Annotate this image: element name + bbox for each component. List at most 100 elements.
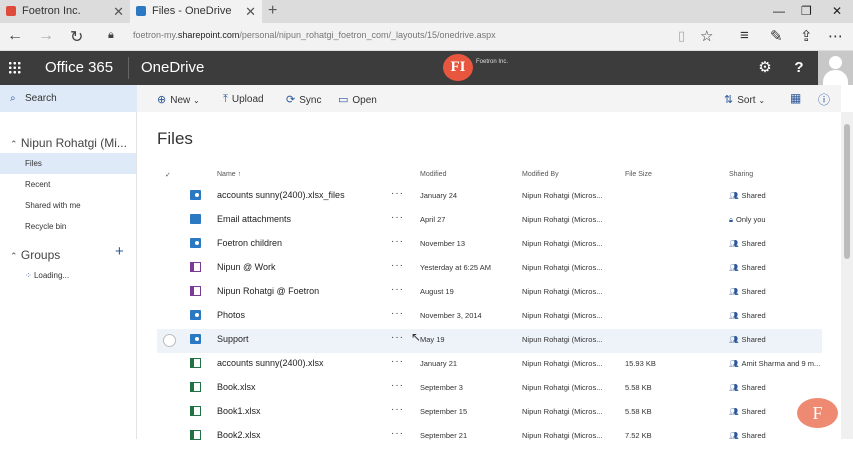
more-actions-icon[interactable]: ··· — [391, 332, 404, 343]
tiles-view-icon[interactable]: ▦ — [790, 91, 801, 105]
sharing-status[interactable]: 👥︎ Shared — [729, 407, 766, 416]
column-header-file-size[interactable]: File Size — [625, 171, 652, 178]
select-all-checkmark-icon[interactable]: ✓ — [165, 171, 171, 179]
sharing-status[interactable]: 👥︎ Shared — [729, 335, 766, 344]
row-select-radio[interactable] — [163, 334, 176, 347]
more-icon[interactable]: ⋯ — [828, 27, 843, 45]
sharing-status[interactable]: 👥︎ Shared — [729, 263, 766, 272]
sharing-status[interactable]: 👥︎ Shared — [729, 239, 766, 248]
table-row[interactable]: accounts sunny(2400).xlsx_files ··· Januar… — [157, 185, 822, 209]
minimize-button[interactable]: — — [773, 0, 785, 22]
table-row[interactable]: Book.xlsx ··· September 3 Nipun Rohatgi (Mi… — [157, 377, 822, 401]
file-name[interactable]: Book.xlsx — [217, 382, 256, 392]
user-section-header[interactable]: ⌃ Nipun Rohatgi (Mi... — [10, 136, 127, 150]
more-actions-icon[interactable]: ··· — [391, 212, 404, 223]
web-note-icon[interactable]: ✎ — [770, 27, 783, 45]
app-launcher-icon[interactable] — [8, 61, 21, 74]
refresh-icon[interactable]: ↻ — [70, 27, 83, 47]
onenote-icon — [190, 286, 201, 296]
more-actions-icon[interactable]: ··· — [391, 404, 404, 415]
hub-menu-icon[interactable]: ≡ — [740, 27, 749, 44]
column-header-sharing[interactable]: Sharing — [729, 171, 753, 178]
close-window-button[interactable]: ✕ — [832, 0, 842, 22]
table-row[interactable]: Foetron children ··· November 13 Nipun Roha… — [157, 233, 822, 257]
more-actions-icon[interactable]: ··· — [391, 188, 404, 199]
file-name[interactable]: Photos — [217, 310, 245, 320]
table-row[interactable]: Photos ··· November 3, 2014 Nipun Rohatgi (… — [157, 305, 822, 329]
file-name[interactable]: Book1.xlsx — [217, 406, 261, 416]
new-tab-button[interactable]: + — [268, 0, 277, 22]
tab-label: Foetron Inc. — [22, 5, 81, 17]
sync-button[interactable]: ⟳ Sync — [286, 93, 321, 106]
address-bar: ← → ↻ 🔒︎ foetron-my.sharepoint.com/perso… — [0, 23, 853, 51]
onedrive-title[interactable]: OneDrive — [141, 51, 204, 85]
more-actions-icon[interactable]: ··· — [391, 380, 404, 391]
modified-by: Nipun Rohatgi (Micros... — [522, 359, 603, 368]
floating-logo-button[interactable]: F — [797, 398, 838, 428]
more-actions-icon[interactable]: ··· — [391, 428, 404, 439]
settings-gear-icon[interactable]: ⚙ — [748, 51, 782, 85]
upload-button[interactable]: ⤒ Upload — [223, 93, 264, 106]
nav-item-recycle-bin[interactable]: Recycle bin — [0, 216, 136, 237]
tab-onedrive[interactable]: Files - OneDrive ✕ — [130, 0, 262, 23]
sharing-status[interactable]: 👥︎ Amit Sharma and 9 m... — [729, 359, 820, 368]
open-button[interactable]: ▭ Open — [338, 93, 377, 106]
add-group-icon[interactable]: + — [115, 243, 124, 260]
sharing-status[interactable]: 👥︎ Shared — [729, 383, 766, 392]
tab-foetron[interactable]: Foetron Inc. ✕ — [0, 0, 130, 23]
more-actions-icon[interactable]: ··· — [391, 356, 404, 367]
more-actions-icon[interactable]: ··· — [391, 284, 404, 295]
nav-item-files[interactable]: Files — [0, 153, 136, 174]
groups-header[interactable]: ⌃ Groups — [10, 248, 60, 262]
more-actions-icon[interactable]: ··· — [391, 308, 404, 319]
share-icon[interactable]: ⇪ — [800, 27, 813, 45]
nav-item-shared-with-me[interactable]: Shared with me — [0, 195, 136, 216]
url-field[interactable]: foetron-my.sharepoint.com/personal/nipun… — [133, 30, 496, 40]
info-icon[interactable]: ⓘ — [818, 91, 830, 108]
modified-date: April 27 — [420, 215, 446, 224]
table-row[interactable]: Book2.xlsx ··· September 21 Nipun Rohatgi (… — [157, 425, 822, 449]
column-header-modified[interactable]: Modified — [420, 171, 446, 178]
office-365-link[interactable]: Office 365 — [45, 51, 113, 85]
table-row[interactable]: accounts sunny(2400).xlsx ··· January 21 Ni… — [157, 353, 822, 377]
sharing-status[interactable]: 👥︎ Shared — [729, 287, 766, 296]
file-name[interactable]: Nipun @ Work — [217, 262, 276, 272]
file-name[interactable]: Nipun Rohatgi @ Foetron — [217, 286, 319, 296]
close-tab-icon[interactable]: ✕ — [113, 0, 124, 23]
close-tab-icon[interactable]: ✕ — [245, 0, 256, 23]
column-header-modified-by[interactable]: Modified By — [522, 171, 559, 178]
modified-by: Nipun Rohatgi (Micros... — [522, 383, 603, 392]
scrollbar-thumb[interactable] — [844, 124, 850, 259]
sharing-status[interactable]: 🔒︎ Only you — [729, 215, 766, 225]
file-name[interactable]: accounts sunny(2400).xlsx — [217, 358, 324, 368]
more-actions-icon[interactable]: ··· — [391, 236, 404, 247]
chevron-down-icon: ⌄ — [758, 96, 766, 105]
forward-icon[interactable]: → — [38, 27, 54, 45]
more-actions-icon[interactable]: ··· — [391, 260, 404, 271]
file-name[interactable]: Support — [217, 334, 249, 344]
new-button[interactable]: ⊕ New ⌄ — [157, 93, 200, 106]
table-row[interactable]: Nipun Rohatgi @ Foetron ··· August 19 Nipun… — [157, 281, 822, 305]
file-name[interactable]: Email attachments — [217, 214, 291, 224]
sharing-status[interactable]: 👥︎ Shared — [729, 191, 766, 200]
table-row[interactable]: Book1.xlsx ··· September 15 Nipun Rohatgi (… — [157, 401, 822, 425]
modified-by: Nipun Rohatgi (Micros... — [522, 215, 603, 224]
people-icon: 👥︎ — [729, 263, 739, 272]
file-name[interactable]: accounts sunny(2400).xlsx_files — [217, 190, 345, 200]
nav-item-recent[interactable]: Recent — [0, 174, 136, 195]
reading-view-icon[interactable]: ▯ — [678, 28, 685, 44]
table-row[interactable]: Support ··· May 19 Nipun Rohatgi (Micros...… — [157, 329, 822, 353]
maximize-button[interactable]: ❐ — [801, 0, 812, 22]
help-icon[interactable]: ? — [782, 51, 816, 85]
sharing-status[interactable]: 👥︎ Shared — [729, 311, 766, 320]
back-icon[interactable]: ← — [7, 27, 23, 45]
table-row[interactable]: Email attachments ··· April 27 Nipun Rohatg… — [157, 209, 822, 233]
favorite-star-icon[interactable]: ☆ — [700, 27, 713, 45]
excel-icon — [190, 382, 201, 392]
file-name[interactable]: Foetron children — [217, 238, 282, 248]
avatar[interactable] — [818, 51, 853, 85]
table-row[interactable]: Nipun @ Work ··· Yesterday at 6:25 AM Nipun… — [157, 257, 822, 281]
column-header-name[interactable]: Name ↑ — [217, 171, 241, 178]
sort-button[interactable]: ⇅ Sort ⌄ — [724, 93, 765, 106]
search-box[interactable]: ⌕ Search — [0, 85, 137, 112]
